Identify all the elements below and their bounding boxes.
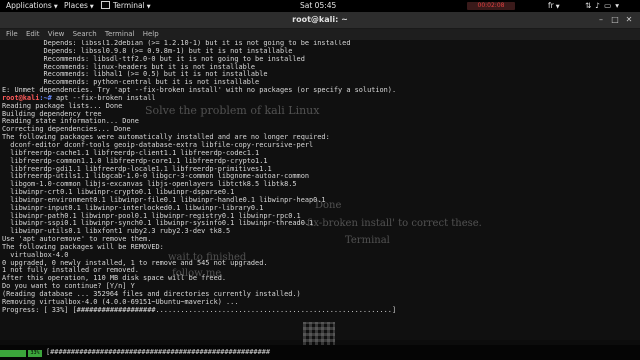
- system-tray[interactable]: ⇅ ♪ ▭ ▾: [585, 0, 623, 12]
- terminal-menubar: File Edit View Search Terminal Help: [0, 29, 640, 40]
- volume-icon: ♪: [595, 1, 601, 10]
- progress-text: [#######################################…: [46, 348, 271, 356]
- prompt-user: root@kali: [2, 93, 40, 102]
- terminal-icon: [101, 1, 110, 9]
- terminal-line: Progress: [ 33%] [###################...…: [2, 305, 397, 314]
- window-title: root@kali: ~: [292, 15, 348, 24]
- terminal-lines: Depends: libssl1.2debian (>= 1.2.10-1) b…: [2, 40, 396, 315]
- menu-terminal[interactable]: Terminal: [105, 30, 135, 38]
- close-icon[interactable]: ✕: [624, 15, 634, 24]
- recording-indicator: 00:02:08: [467, 2, 515, 10]
- chevron-down-icon: ▾: [615, 1, 619, 10]
- command-text: apt --fix-broken install: [51, 93, 156, 102]
- menu-help[interactable]: Help: [143, 30, 159, 38]
- window-titlebar[interactable]: root@kali: ~ – □ ✕: [0, 12, 640, 29]
- progress-percent: 33%: [28, 350, 42, 357]
- menu-view[interactable]: View: [48, 30, 65, 38]
- prompt-path: :~#: [39, 93, 52, 102]
- menu-search[interactable]: Search: [73, 30, 97, 38]
- system-top-bar: Applications ▼ Places ▼ Terminal ▼ Sat 05:4…: [0, 0, 640, 12]
- maximize-icon[interactable]: □: [610, 15, 620, 24]
- menu-file[interactable]: File: [6, 30, 18, 38]
- clock[interactable]: Sat 05:45: [300, 0, 336, 12]
- terminal-output[interactable]: Solve the problem of kali Linux Done --f…: [0, 40, 640, 340]
- minimize-icon[interactable]: –: [596, 15, 606, 24]
- progress-status-left: [0, 350, 26, 357]
- bottom-progress-bar: 33% [###################################…: [0, 345, 640, 360]
- menu-edit[interactable]: Edit: [26, 30, 40, 38]
- battery-icon: ▭: [604, 1, 612, 10]
- network-icon: ⇅: [585, 1, 592, 10]
